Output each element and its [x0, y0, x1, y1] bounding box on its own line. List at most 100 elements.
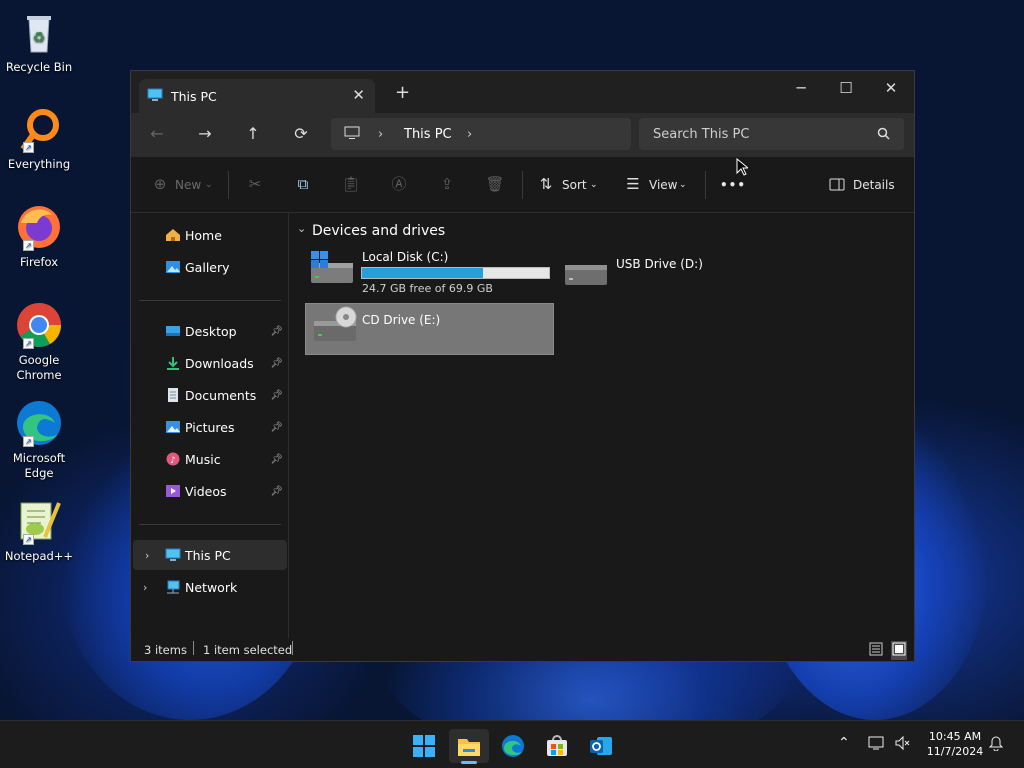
chevron-right-icon[interactable]: ›	[143, 581, 147, 594]
desktop-icon-edge[interactable]: ↗ Microsoft Edge	[3, 399, 75, 481]
tab-this-pc[interactable]: This PC ✕	[139, 79, 375, 113]
home-icon	[165, 228, 181, 242]
sidebar-item-pictures[interactable]: Pictures 📌︎	[131, 412, 289, 442]
pin-icon: 📌︎	[270, 389, 283, 401]
drive-d[interactable]: USB Drive (D:)	[561, 249, 771, 299]
sidebar-item-label: Pictures	[185, 419, 235, 435]
firefox-icon: ↗	[15, 203, 63, 251]
command-bar: ⊕ New ⌄ ✂ ⧉ 📋︎ Ⓐ ⇪ 🗑︎ ⇅ Sort ⌄ ☰ View ⌄ …	[131, 157, 914, 213]
sidebar-item-label: Music	[185, 451, 221, 467]
sidebar-item-this-pc[interactable]: › This PC	[133, 540, 287, 570]
chevron-down-icon: ⌄	[590, 180, 598, 190]
edge-icon: ↗	[15, 399, 63, 447]
pin-icon: 📌︎	[270, 325, 283, 337]
chevron-up-icon[interactable]: ⌃	[838, 735, 850, 751]
section-header[interactable]: Devices and drives	[312, 223, 445, 239]
breadcrumb-chevron-icon[interactable]: ›	[467, 127, 472, 142]
rename-icon[interactable]: Ⓐ	[388, 177, 410, 192]
cut-icon[interactable]: ✂	[244, 177, 266, 192]
minimize-button[interactable]: ─	[791, 79, 811, 97]
clock-time[interactable]: 10:45 AM	[922, 729, 988, 744]
up-button[interactable]: ↑	[243, 124, 263, 143]
taskbar-file-explorer[interactable]	[449, 729, 489, 764]
copy-icon[interactable]: ⧉	[292, 177, 314, 192]
desktop-icon-notepadpp[interactable]: ↗ Notepad++	[3, 497, 75, 564]
sidebar-item-documents[interactable]: Documents 📌︎	[131, 380, 289, 410]
sidebar-item-videos[interactable]: Videos 📌︎	[131, 476, 289, 506]
cd-drive-icon	[312, 305, 360, 348]
desktop-icon-label: Microsoft Edge	[12, 451, 66, 480]
collapse-chevron-icon[interactable]: ⌄	[297, 222, 306, 235]
search-placeholder: Search This PC	[653, 126, 750, 142]
new-tab-button[interactable]: +	[395, 84, 410, 102]
details-button[interactable]: Details	[853, 178, 895, 192]
network-status-icon[interactable]	[868, 735, 886, 755]
sidebar-item-network[interactable]: › Network	[131, 572, 289, 602]
sidebar-item-label: Desktop	[185, 323, 237, 339]
sort-button[interactable]: Sort	[562, 178, 587, 192]
address-bar[interactable]: › This PC ›	[331, 118, 631, 150]
usb-drive-icon	[563, 249, 611, 292]
breadcrumb-this-pc[interactable]: This PC	[404, 127, 452, 142]
desktop-icon-firefox[interactable]: ↗ Firefox	[3, 203, 75, 270]
notification-bell-icon[interactable]	[988, 735, 1004, 755]
recycle-bin-icon: ♻	[15, 8, 63, 56]
status-bar: 3 items 1 item selected	[131, 638, 914, 663]
tiles-view-icon[interactable]	[891, 641, 907, 660]
taskbar-outlook[interactable]	[581, 729, 621, 763]
view-icon: ☰	[626, 175, 640, 193]
view-button[interactable]: View	[649, 178, 677, 192]
sidebar-item-downloads[interactable]: Downloads 📌︎	[131, 348, 289, 378]
selection-count: 1 item selected	[203, 643, 293, 657]
storage-bar-fill	[362, 268, 483, 278]
gallery-icon	[165, 260, 181, 274]
chevron-down-icon: ⌄	[679, 180, 687, 190]
desktop-icon-everything[interactable]: ↗ Everything	[3, 105, 75, 172]
drive-e[interactable]: CD Drive (E:)	[305, 303, 554, 355]
svg-text:♪: ♪	[170, 456, 176, 466]
more-options-button[interactable]: •••	[720, 178, 746, 192]
chevron-right-icon[interactable]: ›	[145, 549, 149, 562]
sidebar-item-label: Downloads	[185, 355, 254, 371]
desktop-icon-recycle-bin[interactable]: ♻ Recycle Bin	[3, 8, 75, 75]
active-indicator	[461, 761, 477, 764]
drive-c[interactable]: Local Disk (C:) 24.7 GB free of 69.9 GB	[307, 249, 551, 299]
details-view-icon[interactable]	[869, 642, 883, 659]
divider	[139, 524, 281, 525]
sidebar-item-home[interactable]: Home	[131, 220, 289, 250]
documents-icon	[165, 388, 181, 402]
forward-button[interactable]: →	[195, 124, 215, 143]
refresh-button[interactable]: ⟳	[291, 124, 311, 143]
breadcrumb-chevron-icon: ›	[378, 126, 384, 142]
new-button[interactable]: New	[175, 178, 201, 192]
sidebar-item-music[interactable]: ♪ Music 📌︎	[131, 444, 289, 474]
search-icon	[877, 127, 890, 144]
paste-icon[interactable]: 📋︎	[340, 177, 362, 192]
divider	[705, 171, 706, 199]
content-area: ⌄ Devices and drives Local Disk (C:) 24.…	[291, 213, 914, 638]
sidebar-item-desktop[interactable]: Desktop 📌︎	[131, 316, 289, 346]
back-button[interactable]: ←	[147, 124, 167, 143]
volume-muted-icon[interactable]	[894, 735, 912, 755]
storage-bar	[361, 267, 550, 279]
sidebar-item-gallery[interactable]: Gallery	[131, 252, 289, 282]
delete-icon[interactable]: 🗑︎	[484, 177, 506, 192]
file-explorer-icon	[457, 735, 481, 760]
tab-close-icon[interactable]: ✕	[352, 86, 365, 104]
taskbar-store[interactable]	[537, 729, 577, 763]
maximize-button[interactable]: ☐	[836, 79, 856, 97]
drive-name: CD Drive (E:)	[362, 313, 441, 327]
close-button[interactable]: ✕	[881, 79, 901, 97]
share-icon[interactable]: ⇪	[436, 177, 458, 192]
drive-name: Local Disk (C:)	[362, 250, 449, 264]
mouse-cursor-icon	[736, 157, 750, 179]
chrome-icon: ↗	[15, 301, 63, 349]
pin-icon: 📌︎	[270, 485, 283, 497]
taskbar-edge[interactable]	[493, 729, 533, 763]
search-input[interactable]: Search This PC	[639, 118, 904, 150]
clock-date[interactable]: 11/7/2024	[922, 744, 988, 759]
sidebar-item-label: Videos	[185, 483, 227, 499]
desktop-icon-chrome[interactable]: ↗ Google Chrome	[3, 301, 75, 383]
local-disk-icon	[309, 249, 357, 292]
start-button[interactable]	[404, 729, 444, 763]
